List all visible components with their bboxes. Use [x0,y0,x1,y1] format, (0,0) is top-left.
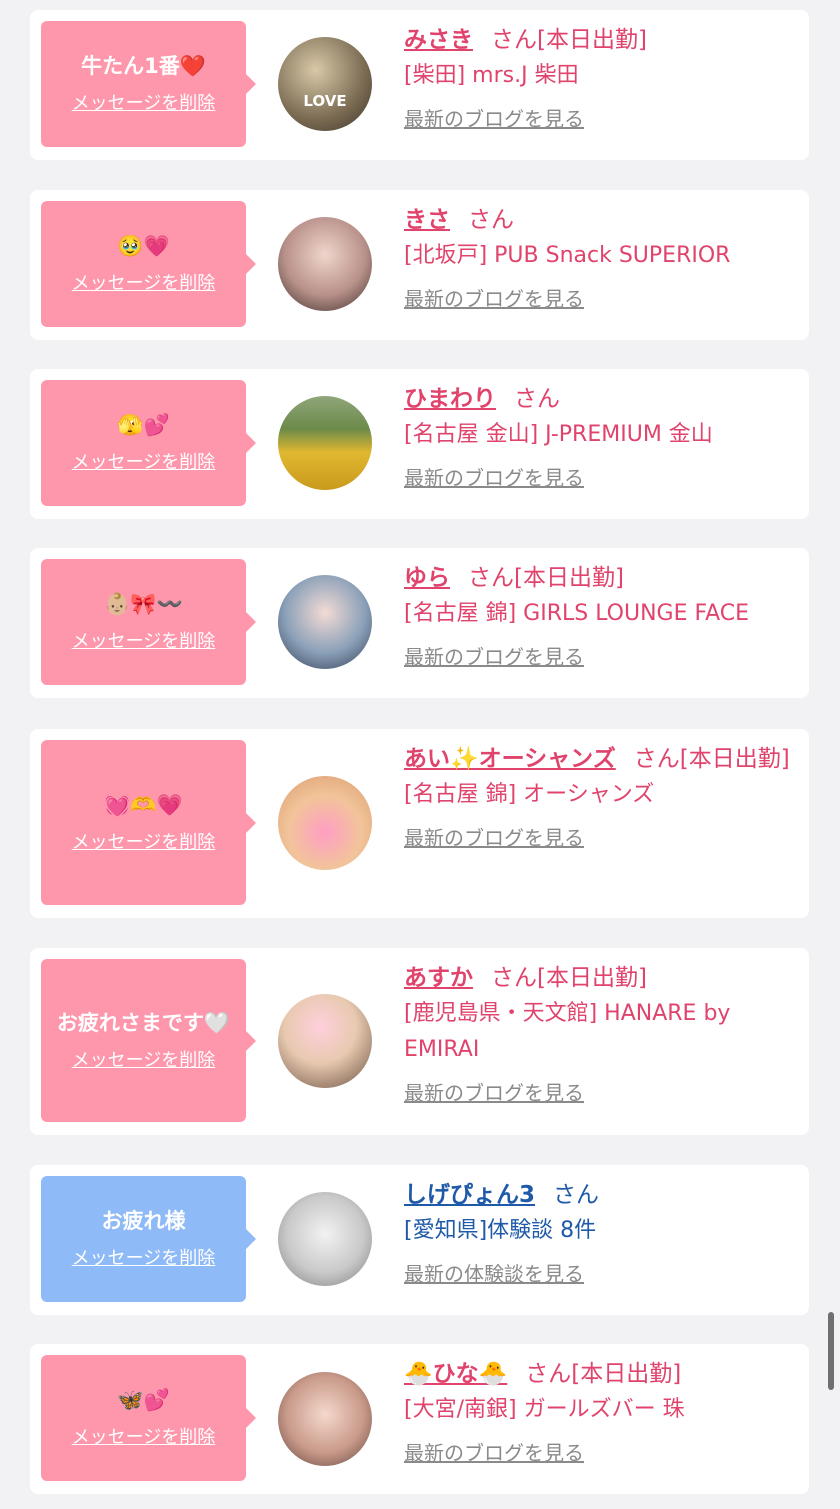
message-card: 🥹💗 メッセージを削除 きさ さん [北坂戸] PUB Snack SUPERIO… [30,190,809,340]
avatar[interactable] [278,1372,372,1466]
shop-name: [柴田] mrs.J 柴田 [404,63,579,88]
avatar[interactable] [278,1192,372,1286]
message-bubble: お疲れさまです🤍 メッセージを削除 [41,959,256,1122]
latest-blog-link[interactable]: 最新のブログを見る [404,642,584,672]
latest-blog-link[interactable]: 最新のブログを見る [404,463,584,493]
message-bubble: お疲れ様 メッセージを削除 [41,1176,256,1302]
status-badge: [本日出勤] [679,746,790,772]
delete-message-link[interactable]: メッセージを削除 [72,1248,216,1270]
latest-blog-link[interactable]: 最新のブログを見る [404,1078,584,1108]
message-text: 👶🏼🎀〰️ [104,592,183,616]
shop-name: [名古屋 錦] オーシャンズ [404,782,655,807]
message-text: お疲れ様 [101,1209,186,1233]
message-bubble: 💓🫶💗 メッセージを削除 [41,740,256,905]
user-name-link[interactable]: しげぴょん3 [404,1182,535,1208]
latest-blog-link[interactable]: 最新のブログを見る [404,1438,584,1468]
delete-message-link[interactable]: メッセージを削除 [72,273,216,295]
message-card: 🫣💕 メッセージを削除 ひまわり さん [名古屋 金山] J-PREMIUM 金山… [30,369,809,519]
shop-name: [愛知県]体験談 8件 [404,1218,597,1243]
status-badge: [本日出勤] [514,565,624,591]
honorific: さん [468,565,514,591]
honorific: さん [514,386,560,412]
message-bubble: 🥹💗 メッセージを削除 [41,201,256,327]
delete-message-link[interactable]: メッセージを削除 [72,1427,216,1449]
user-name-link[interactable]: あい✨オーシャンズ [404,746,616,772]
avatar[interactable] [278,217,372,311]
message-card: お疲れ様 メッセージを削除 しげぴょん3 さん [愛知県]体験談 8件 最新の体験… [30,1165,809,1315]
user-name-link[interactable]: みさき [404,27,473,53]
honorific: さん [491,965,537,991]
avatar[interactable] [278,994,372,1088]
message-text: 🦋💕 [117,1388,170,1412]
honorific: さん [633,746,680,772]
profile-info: あすか さん[本日出勤] [鹿児島県・天文館] HANARE by EMIRAI … [404,960,799,1108]
latest-blog-link[interactable]: 最新のブログを見る [404,823,584,853]
message-bubble: 👶🏼🎀〰️ メッセージを削除 [41,559,256,685]
profile-info: 🐣ひな🐣 さん[本日出勤] [大宮/南銀] ガールズバー 珠 最新のブログを見る [404,1356,799,1468]
profile-info: きさ さん [北坂戸] PUB Snack SUPERIOR 最新のブログを見る [404,202,799,314]
honorific: さん [525,1361,572,1387]
message-card: 牛たん1番❤️ メッセージを削除 LOVE みさき さん[本日出勤] [柴田] m… [30,10,809,160]
avatar[interactable]: LOVE [278,37,372,131]
user-name-link[interactable]: あすか [404,965,473,991]
message-bubble: 🦋💕 メッセージを削除 [41,1355,256,1481]
shop-name: [北坂戸] PUB Snack SUPERIOR [404,243,731,268]
honorific: さん [468,207,514,233]
message-text: 🫣💕 [117,413,170,437]
delete-message-link[interactable]: メッセージを削除 [72,832,216,854]
avatar-label: LOVE [303,92,347,110]
profile-info: みさき さん[本日出勤] [柴田] mrs.J 柴田 最新のブログを見る [404,22,799,134]
user-name-link[interactable]: 🐣ひな🐣 [404,1361,507,1387]
message-bubble: 🫣💕 メッセージを削除 [41,380,256,506]
shop-name: [名古屋 錦] GIRLS LOUNGE FACE [404,601,750,626]
message-card: お疲れさまです🤍 メッセージを削除 あすか さん[本日出勤] [鹿児島県・天文館]… [30,948,809,1135]
message-card: 💓🫶💗 メッセージを削除 あい✨オーシャンズ さん[本日出勤] [名古屋 錦] オ… [30,729,809,918]
message-text: 牛たん1番❤️ [81,54,206,78]
delete-message-link[interactable]: メッセージを削除 [72,1050,216,1072]
user-name-link[interactable]: きさ [404,207,450,233]
avatar[interactable] [278,396,372,490]
latest-blog-link[interactable]: 最新のブログを見る [404,104,584,134]
profile-info: あい✨オーシャンズ さん[本日出勤] [名古屋 錦] オーシャンズ 最新のブログを… [404,741,799,853]
shop-name: [鹿児島県・天文館] HANARE by EMIRAI [404,1001,731,1062]
delete-message-link[interactable]: メッセージを削除 [72,452,216,474]
delete-message-link[interactable]: メッセージを削除 [72,93,216,115]
message-text: 💓🫶💗 [104,792,183,817]
honorific: さん [491,27,537,53]
status-badge: [本日出勤] [537,27,647,53]
profile-info: ひまわり さん [名古屋 金山] J-PREMIUM 金山 最新のブログを見る [404,381,799,493]
message-card: 👶🏼🎀〰️ メッセージを削除 ゆら さん[本日出勤] [名古屋 錦] GIRLS … [30,548,809,698]
message-text: 🥹💗 [117,234,170,258]
user-name-link[interactable]: ゆら [404,565,450,591]
profile-info: ゆら さん[本日出勤] [名古屋 錦] GIRLS LOUNGE FACE 最新の… [404,560,799,672]
user-name-link[interactable]: ひまわり [404,386,496,412]
shop-name: [名古屋 金山] J-PREMIUM 金山 [404,422,713,447]
message-bubble: 牛たん1番❤️ メッセージを削除 [41,21,256,147]
scrollbar[interactable] [828,1312,834,1390]
honorific: さん [553,1182,600,1208]
message-card: 🦋💕 メッセージを削除 🐣ひな🐣 さん[本日出勤] [大宮/南銀] ガールズバー … [30,1344,809,1494]
latest-blog-link[interactable]: 最新のブログを見る [404,284,584,314]
avatar[interactable] [278,575,372,669]
message-text: お疲れさまです🤍 [56,1010,231,1035]
shop-name: [大宮/南銀] ガールズバー 珠 [404,1397,685,1422]
latest-review-link[interactable]: 最新の体験談を見る [404,1259,584,1289]
status-badge: [本日出勤] [537,965,647,991]
status-badge: [本日出勤] [571,1361,682,1387]
profile-info: しげぴょん3 さん [愛知県]体験談 8件 最新の体験談を見る [404,1177,799,1289]
avatar[interactable] [278,776,372,870]
delete-message-link[interactable]: メッセージを削除 [72,631,216,653]
